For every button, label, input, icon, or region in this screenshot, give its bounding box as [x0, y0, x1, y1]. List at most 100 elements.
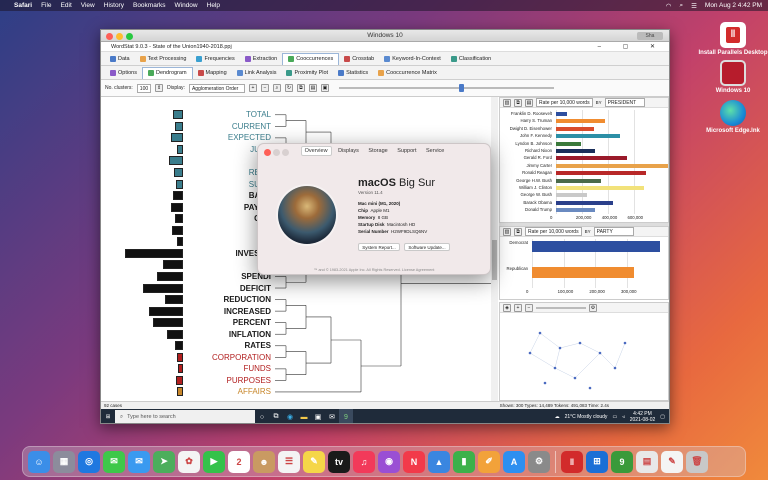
- metric-select[interactable]: Rate per 10,000 words: [536, 98, 593, 107]
- group-select[interactable]: PARTY: [593, 227, 634, 236]
- bar-mark[interactable]: [556, 178, 601, 183]
- subtab-mapping[interactable]: Mapping: [193, 67, 232, 79]
- bar-mark[interactable]: [556, 156, 628, 161]
- dendrogram-word[interactable]: RATES: [211, 340, 271, 351]
- bar-mark[interactable]: [556, 112, 568, 116]
- desktop-icon-windows10[interactable]: Windows 10: [698, 60, 768, 94]
- print-icon[interactable]: ▤: [525, 98, 533, 107]
- bar-mark[interactable]: [556, 200, 614, 205]
- menu-item[interactable]: File: [41, 2, 51, 9]
- dendrogram-word[interactable]: FUNDS: [211, 363, 271, 374]
- tab-extraction[interactable]: Extraction: [240, 53, 282, 65]
- menu-item[interactable]: Window: [175, 2, 198, 9]
- task-view-icon[interactable]: ⧉: [269, 409, 283, 423]
- taskbar-search-input[interactable]: ⌕ Type here to search: [115, 410, 255, 423]
- dock-textedit-icon[interactable]: ✎: [661, 450, 683, 473]
- dock-windows-10-icon[interactable]: ⊞: [586, 450, 608, 473]
- dock-calendar-icon[interactable]: 2: [228, 450, 250, 473]
- subtab-proximity-plot[interactable]: Proximity Plot: [281, 67, 333, 79]
- zoom-in-icon[interactable]: +: [248, 84, 257, 92]
- dock-music-icon[interactable]: ♫: [353, 450, 375, 473]
- tab-classification[interactable]: Classification: [446, 53, 496, 65]
- tab-storage[interactable]: Storage: [365, 147, 390, 155]
- dendrogram-word[interactable]: PURPOSES: [211, 375, 271, 386]
- subtab-link-analysis[interactable]: Link Analysis: [232, 67, 282, 79]
- tab-data[interactable]: Data: [105, 53, 135, 65]
- dock-contacts-icon[interactable]: ☻: [253, 450, 275, 473]
- network-icon[interactable]: ▭: [612, 414, 617, 420]
- display-select[interactable]: Agglomeration Order: [188, 83, 245, 93]
- bar-mark[interactable]: [532, 241, 661, 252]
- dock-app-store-icon[interactable]: A: [503, 450, 525, 473]
- dock-parallels-desktop-icon[interactable]: ‖: [561, 450, 583, 473]
- dock-messages-icon[interactable]: ✉: [103, 450, 125, 473]
- minimize-window-icon[interactable]: [116, 32, 123, 40]
- tab-keyword-in-context[interactable]: Keyword-In-Context: [379, 53, 446, 65]
- tab-frequencies[interactable]: Frequencies: [191, 53, 239, 65]
- dock-launchpad-icon[interactable]: ▦: [53, 450, 75, 473]
- search-icon[interactable]: ⌕: [679, 2, 683, 10]
- dock-photos-icon[interactable]: ✿: [178, 450, 200, 473]
- bar-mark[interactable]: [556, 149, 596, 153]
- clusters-input[interactable]: 100: [136, 83, 152, 93]
- bar-mark[interactable]: [556, 208, 596, 213]
- dock-preview-icon[interactable]: ▤: [636, 450, 658, 473]
- dendrogram-word[interactable]: PERCENT: [211, 317, 271, 328]
- metric-select[interactable]: Rate per 10,000 words: [525, 227, 582, 236]
- menu-app-name[interactable]: Safari: [14, 2, 32, 9]
- zoom-window-icon[interactable]: [126, 32, 133, 40]
- menubar-clock[interactable]: Mon Aug 2 4:42 PM: [705, 2, 762, 9]
- dendrogram-word[interactable]: DEFICIT: [211, 283, 271, 294]
- wordstat-taskbar-icon[interactable]: 9: [339, 409, 353, 423]
- dendrogram-word[interactable]: CORPORATION: [211, 352, 271, 363]
- file-explorer-icon[interactable]: ▬: [297, 409, 311, 423]
- mail-icon[interactable]: ✉: [325, 409, 339, 423]
- bar-mark[interactable]: [532, 267, 634, 278]
- weather-text[interactable]: 21°C Mostly cloudy: [565, 414, 608, 420]
- control-center-icon[interactable]: ☰: [691, 2, 697, 10]
- dock-facetime-icon[interactable]: ▶: [203, 450, 225, 473]
- dock-wordstat-icon[interactable]: 9: [611, 450, 633, 473]
- desktop-icon-edge[interactable]: Microsoft Edge.lnk: [698, 100, 768, 134]
- tab-overview[interactable]: Overview: [300, 146, 332, 156]
- bar-mark[interactable]: [556, 163, 668, 168]
- store-icon[interactable]: ▣: [311, 409, 325, 423]
- notifications-icon[interactable]: ▢: [660, 414, 665, 420]
- dock-tv-icon[interactable]: tv: [328, 450, 350, 473]
- dock-podcasts-icon[interactable]: ◉: [378, 450, 400, 473]
- dendrogram-word[interactable]: AFFAIRS: [211, 386, 271, 397]
- settings-icon[interactable]: ⚙: [589, 303, 597, 312]
- bar-mark[interactable]: [556, 134, 621, 139]
- dock-keynote-icon[interactable]: ▲: [428, 450, 450, 473]
- tab-crosstab[interactable]: Crosstab: [339, 53, 379, 65]
- subtab-statistics[interactable]: Statistics: [333, 67, 373, 79]
- volume-icon[interactable]: ◃: [622, 414, 625, 420]
- dock-maps-icon[interactable]: ➤: [153, 450, 175, 473]
- task-view-icon[interactable]: ○: [255, 409, 269, 423]
- menu-item[interactable]: History: [104, 2, 124, 9]
- search-icon[interactable]: ⌕: [272, 84, 281, 92]
- slider-thumb[interactable]: [458, 84, 464, 92]
- scrollbar-thumb[interactable]: [492, 240, 497, 280]
- menu-item[interactable]: Bookmarks: [133, 2, 166, 9]
- software-update-button[interactable]: Software Update...: [404, 243, 450, 251]
- dock-pages-icon[interactable]: ✐: [478, 450, 500, 473]
- chart-type-icon[interactable]: ▥: [503, 227, 511, 236]
- dock-notes-icon[interactable]: ✎: [303, 450, 325, 473]
- tab-support[interactable]: Support: [394, 147, 419, 155]
- dock-safari-icon[interactable]: ◎: [78, 450, 100, 473]
- refresh-icon[interactable]: ↻: [284, 84, 293, 92]
- menu-item[interactable]: Help: [207, 2, 220, 9]
- dendrogram-word[interactable]: INCREASED: [211, 306, 271, 317]
- dock-mail-icon[interactable]: ✉: [128, 450, 150, 473]
- dendrogram-word[interactable]: INFLATION: [211, 329, 271, 340]
- menu-item[interactable]: View: [81, 2, 95, 9]
- layout-icon[interactable]: ◈: [503, 303, 511, 312]
- edge-taskbar-icon[interactable]: ◉: [283, 409, 297, 423]
- zoom-out-icon[interactable]: −: [525, 303, 533, 312]
- bar-mark[interactable]: [556, 171, 646, 176]
- network-slider[interactable]: [536, 306, 586, 309]
- weather-icon[interactable]: ☁: [555, 414, 560, 420]
- system-report-button[interactable]: System Report...: [358, 243, 400, 251]
- close-window-icon[interactable]: [106, 32, 113, 40]
